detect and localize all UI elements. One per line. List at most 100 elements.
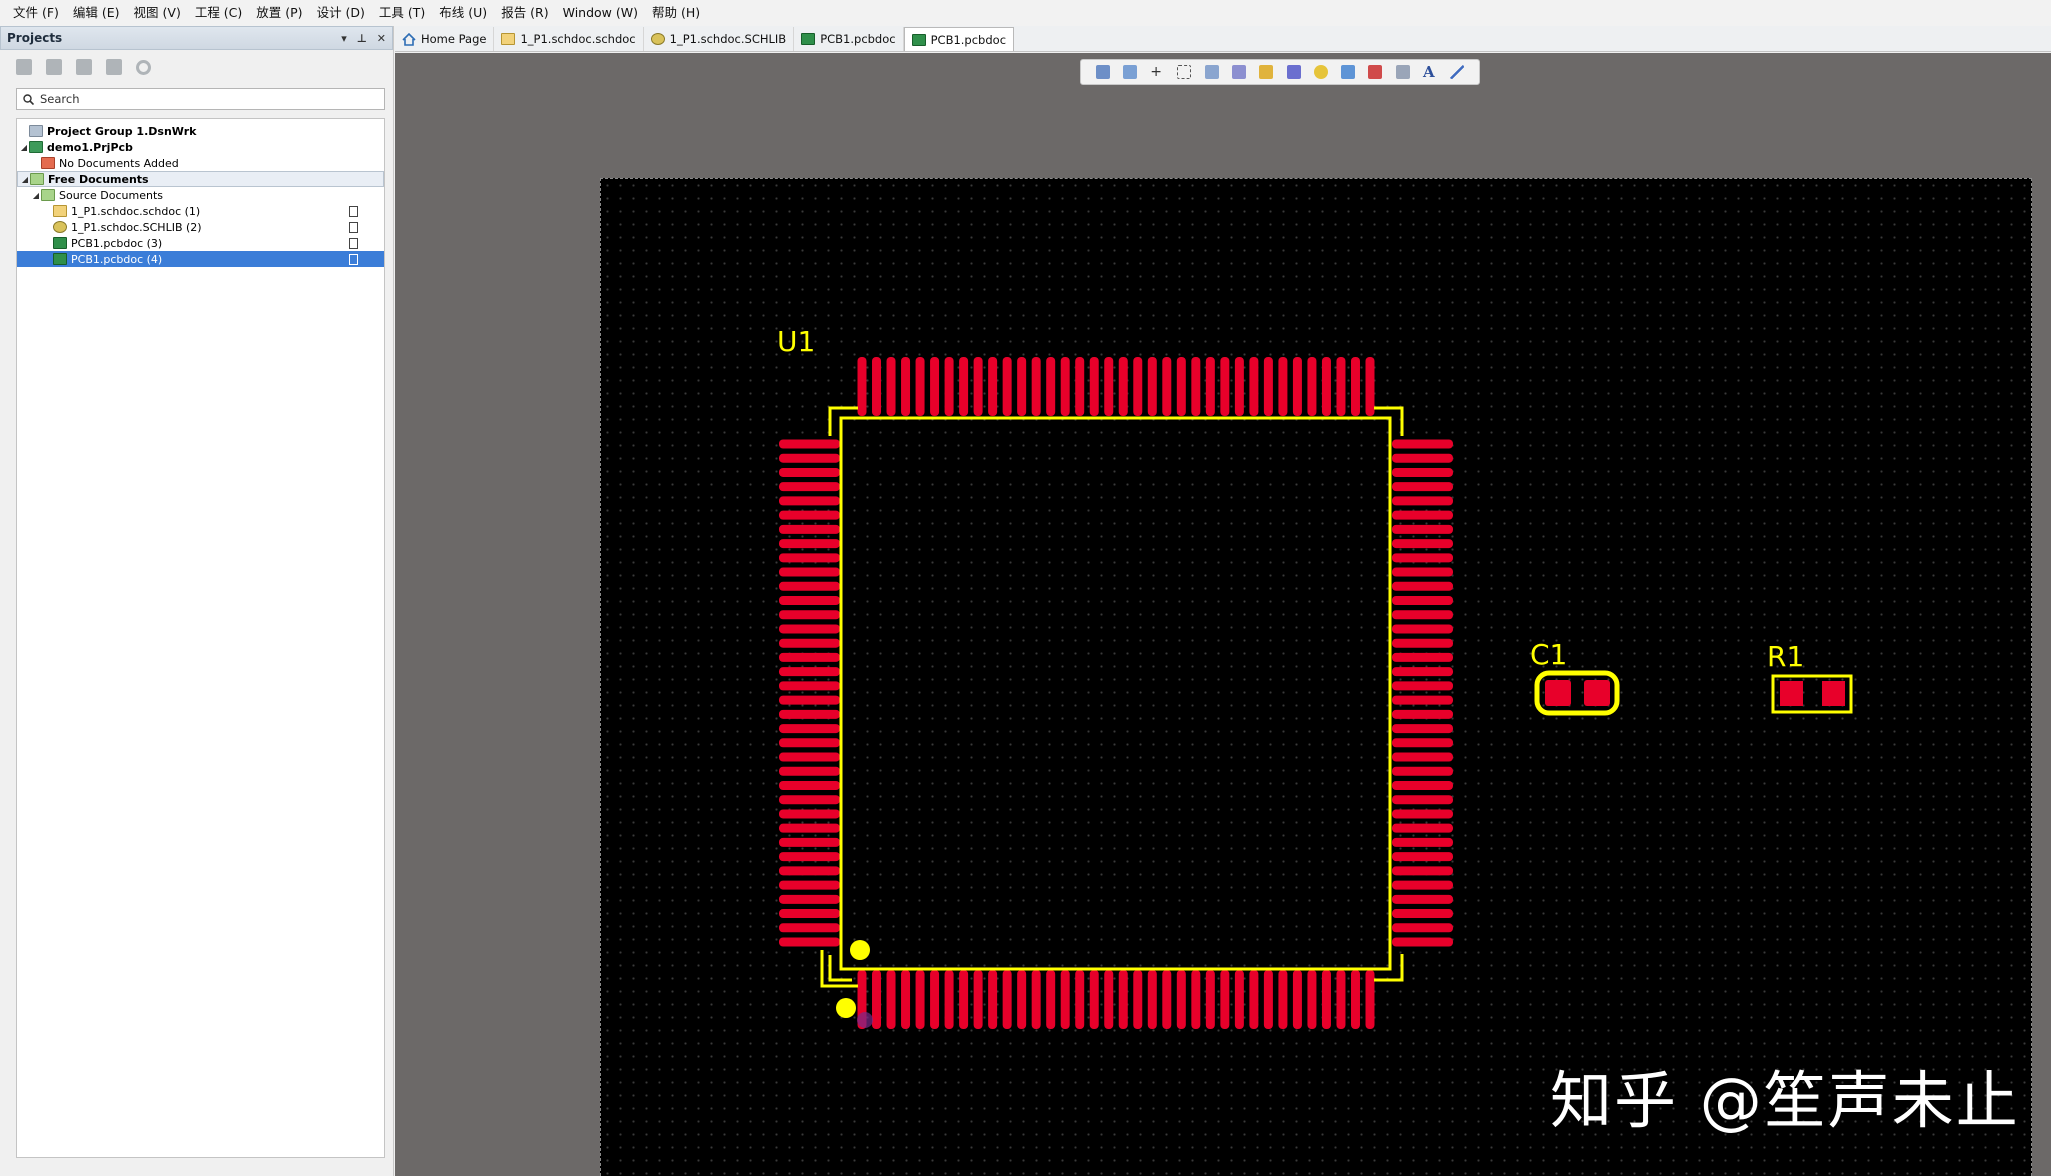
u1-pad (779, 553, 840, 563)
u1-pad (779, 752, 840, 762)
u1-pad (1392, 510, 1453, 520)
u1-pad (973, 357, 983, 416)
u1-pad (779, 453, 840, 463)
r1-pad (1822, 681, 1845, 706)
u1-pad (1263, 970, 1273, 1029)
u1-pad (1392, 667, 1453, 677)
u1-pad (1392, 524, 1453, 534)
u1-pad (1392, 795, 1453, 805)
u1-pad (857, 357, 867, 416)
u1-corner-mark (828, 406, 858, 436)
u1-pad (779, 809, 840, 819)
u1-pad (1234, 357, 1244, 416)
u1-pad (1060, 357, 1070, 416)
u1-pad (1118, 357, 1128, 416)
u1-pad (779, 482, 840, 492)
u1-pad (779, 724, 840, 734)
u1-pad (1075, 357, 1085, 416)
u1-pad (959, 357, 969, 416)
u1-pad (1220, 970, 1230, 1029)
u1-pad (1392, 752, 1453, 762)
u1-pad (1392, 709, 1453, 719)
u1-pad (1060, 970, 1070, 1029)
u1-pad (1321, 970, 1331, 1029)
u1-pad (1220, 357, 1230, 416)
u1-pad (1392, 894, 1453, 904)
u1-pad (1392, 724, 1453, 734)
u1-pad (1046, 970, 1056, 1029)
u1-pad (1205, 357, 1215, 416)
u1-pad (1350, 970, 1360, 1029)
designator-c1: C1 (1530, 638, 1567, 671)
u1-pad (779, 795, 840, 805)
u1-pad (779, 837, 840, 847)
u1-pad (1392, 539, 1453, 549)
u1-pad (988, 970, 998, 1029)
u1-pad (915, 357, 925, 416)
u1-corner-mark (1374, 406, 1404, 436)
u1-pad (779, 852, 840, 862)
u1-pad (1031, 357, 1041, 416)
u1-pad (901, 357, 911, 416)
u1-pad (779, 937, 840, 947)
u1-pad (1104, 357, 1114, 416)
u1-pad (1191, 970, 1201, 1029)
u1-pad (779, 567, 840, 577)
u1-pad (1392, 652, 1453, 662)
u1-pad (1392, 866, 1453, 876)
u1-pad (1392, 581, 1453, 591)
u1-pad (1392, 567, 1453, 577)
u1-pad (779, 581, 840, 591)
r1-pad (1780, 681, 1803, 706)
u1-pad (930, 357, 940, 416)
u1-pad (1133, 970, 1143, 1029)
u1-pad (779, 894, 840, 904)
u1-pad (1392, 624, 1453, 634)
u1-pad (1002, 970, 1012, 1029)
u1-pad (1147, 970, 1157, 1029)
u1-pad (1365, 970, 1375, 1029)
u1-pad (1176, 357, 1186, 416)
u1-pad (1392, 738, 1453, 748)
u1-pad (1392, 482, 1453, 492)
u1-pin1-marker (836, 998, 856, 1018)
u1-pad (872, 970, 882, 1029)
u1-pad (1176, 970, 1186, 1029)
u1-pad (1263, 357, 1273, 416)
u1-pad (779, 823, 840, 833)
u1-pad (1321, 357, 1331, 416)
u1-pad (1392, 880, 1453, 890)
u1-pad (779, 638, 840, 648)
c1-pad (1545, 680, 1571, 706)
u1-pad (886, 970, 896, 1029)
u1-pad (1278, 357, 1288, 416)
u1-pad (1162, 357, 1172, 416)
u1-pad (1162, 970, 1172, 1029)
u1-pad (1278, 970, 1288, 1029)
u1-pad (901, 970, 911, 1029)
u1-pad (1350, 357, 1360, 416)
u1-pad (1133, 357, 1143, 416)
u1-pad (1392, 453, 1453, 463)
u1-pad (1104, 970, 1114, 1029)
u1-pad (1392, 439, 1453, 449)
u1-pin1-highlight (857, 1012, 873, 1028)
u1-pad (1392, 553, 1453, 563)
u1-pad (1392, 837, 1453, 847)
u1-pad (1075, 970, 1085, 1029)
u1-pad (988, 357, 998, 416)
u1-pad (779, 695, 840, 705)
u1-pad (1118, 970, 1128, 1029)
u1-pad (1392, 638, 1453, 648)
u1-silkscreen-outline (839, 416, 1392, 971)
u1-pin1-marker (850, 940, 870, 960)
u1-pad (779, 439, 840, 449)
u1-pad (779, 524, 840, 534)
u1-pad (1336, 970, 1346, 1029)
watermark: 知乎 @笙声未止 (1550, 1064, 2020, 1137)
u1-pad (930, 970, 940, 1029)
u1-pad (886, 357, 896, 416)
u1-pad (973, 970, 983, 1029)
u1-pad (1392, 923, 1453, 933)
u1-pad (779, 667, 840, 677)
